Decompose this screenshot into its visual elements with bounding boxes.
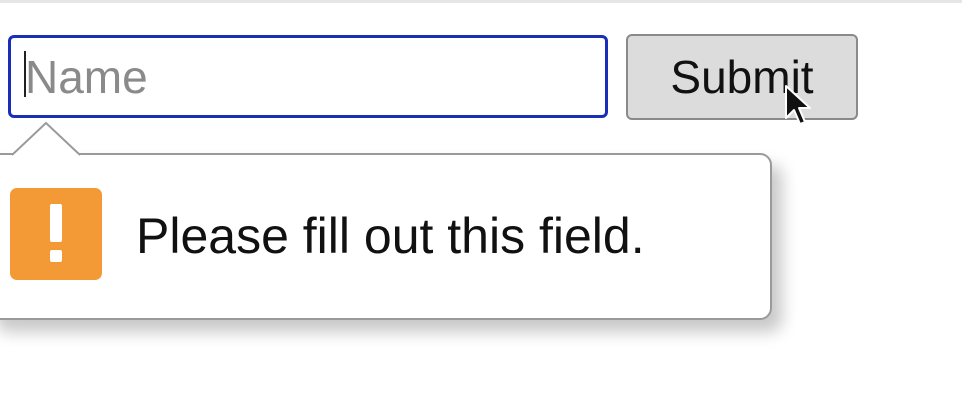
tooltip-arrow	[12, 121, 81, 157]
tooltip-message: Please fill out this field.	[136, 208, 645, 264]
page: Submit Please fill out this field.	[0, 0, 962, 408]
mouse-pointer-icon	[785, 85, 811, 125]
warning-icon	[10, 188, 102, 280]
exclamation-bar	[50, 204, 62, 242]
name-input[interactable]	[8, 35, 608, 118]
top-divider	[0, 0, 962, 3]
exclamation-dot	[50, 250, 62, 262]
text-caret	[24, 51, 26, 97]
submit-button[interactable]: Submit	[626, 34, 858, 120]
